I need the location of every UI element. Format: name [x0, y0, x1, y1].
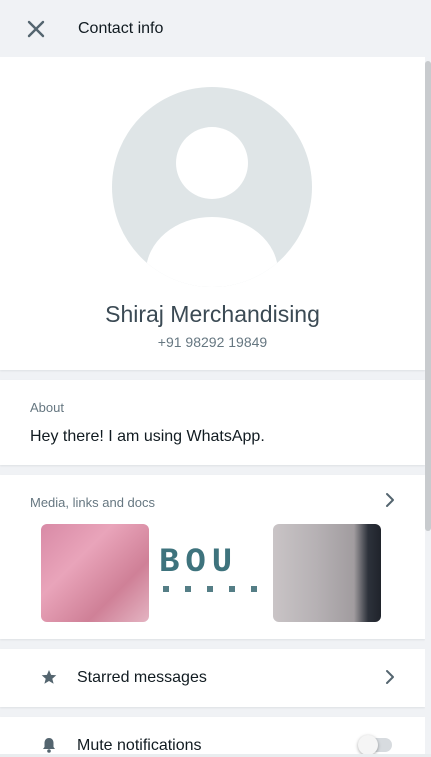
section-divider: [0, 639, 425, 649]
profile-section: Shiraj Merchandising +91 98292 19849: [0, 57, 425, 370]
star-icon: [41, 670, 57, 684]
mute-notifications-label: Mute notifications: [77, 737, 202, 754]
chevron-right-icon[interactable]: [381, 491, 399, 509]
media-label[interactable]: Media, links and docs: [30, 495, 155, 510]
contact-info-header: Contact info: [0, 0, 431, 57]
media-thumbnail[interactable]: [273, 524, 381, 622]
mute-notifications-row[interactable]: Mute notifications: [0, 717, 425, 757]
contact-info-panel[interactable]: Shiraj Merchandising +91 98292 19849 Abo…: [0, 57, 425, 757]
about-text: Hey there! I am using WhatsApp.: [30, 428, 265, 445]
media-thumbnail[interactable]: [41, 524, 149, 622]
avatar-head: [176, 127, 248, 199]
avatar-body: [146, 217, 278, 287]
about-section: About Hey there! I am using WhatsApp.: [0, 380, 425, 465]
starred-messages-row[interactable]: Starred messages: [0, 649, 425, 707]
bell-icon: [43, 738, 55, 753]
mute-toggle[interactable]: [358, 735, 392, 755]
header-title: Contact info: [78, 19, 164, 37]
section-divider: [0, 465, 425, 475]
scrollbar[interactable]: [425, 57, 431, 757]
contact-phone: +91 98292 19849: [157, 334, 268, 350]
chevron-right-icon: [386, 670, 394, 684]
close-button[interactable]: [21, 14, 51, 44]
section-divider: [0, 707, 425, 717]
media-thumbnail[interactable]: BOU: [157, 524, 265, 622]
media-section: Media, links and docs BOU: [0, 475, 425, 639]
thumbnail-logo-dots: [163, 586, 263, 592]
starred-messages-label: Starred messages: [77, 669, 207, 686]
scrollbar-thumb[interactable]: [425, 61, 431, 531]
section-divider: [0, 370, 425, 380]
default-avatar-icon[interactable]: [112, 87, 312, 287]
toggle-knob: [358, 735, 378, 755]
contact-name: Shiraj Merchandising: [105, 301, 320, 327]
close-icon[interactable]: [27, 20, 45, 38]
about-label: About: [30, 400, 64, 415]
thumbnail-logo-text: BOU: [159, 544, 239, 582]
